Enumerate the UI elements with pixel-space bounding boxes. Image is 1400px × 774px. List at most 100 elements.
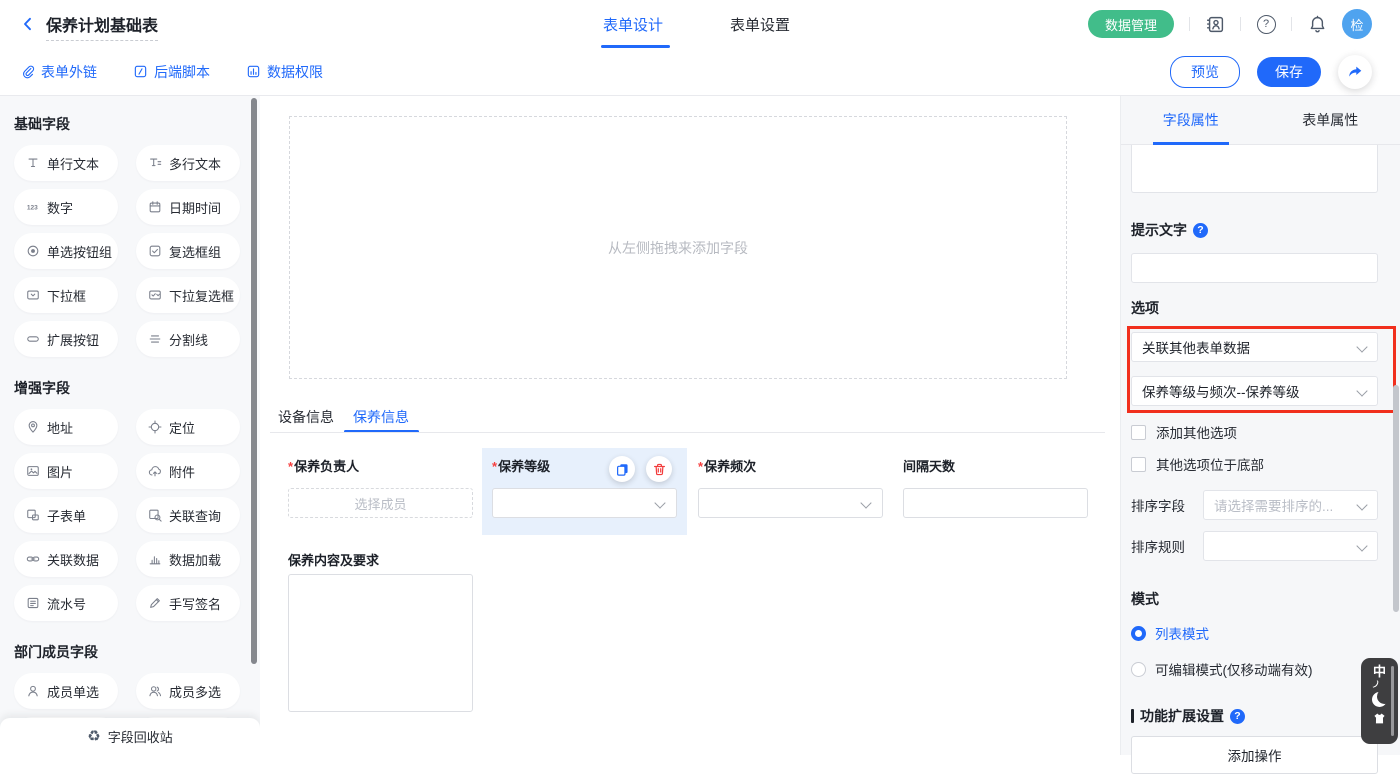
field-library-sidebar: 基础字段单行文本多行文本 123数字日期时间单选按钮组复选框组下拉框下拉复选框扩展… — [0, 96, 260, 755]
checkbox-other-option-bottom[interactable]: 其他选项位于底部 — [1131, 454, 1378, 474]
maintenance-content-textarea[interactable] — [288, 574, 473, 712]
field-label-owner: *保养负责人 — [288, 456, 359, 475]
sidebar-item-number[interactable]: 123数字 — [14, 189, 118, 225]
sort-field-row: 排序字段 请选择需要排序的... — [1131, 490, 1378, 520]
tab-form-design[interactable]: 表单设计 — [603, 14, 663, 35]
sidebar-sections: 基础字段单行文本多行文本 123数字日期时间单选按钮组复选框组下拉框下拉复选框扩展… — [0, 96, 260, 753]
checkbox-icon — [1131, 425, 1146, 440]
sidebar-item-extend-button[interactable]: 扩展按钮 — [14, 321, 118, 357]
multi-select-icon — [148, 288, 162, 302]
checkbox-group-icon — [148, 244, 162, 258]
language-toggle-icon[interactable]: 中 — [1373, 665, 1386, 678]
panel-scrollbar[interactable] — [1393, 385, 1399, 612]
radio-list-mode[interactable]: 列表模式 — [1131, 623, 1378, 643]
data-permission-icon — [246, 64, 261, 79]
data-permission-link[interactable]: 数据权限 — [246, 62, 323, 82]
maintenance-level-select[interactable] — [492, 488, 677, 518]
sidebar-item-location[interactable]: 定位 — [136, 409, 240, 445]
theme-shirt-icon[interactable] — [1372, 711, 1387, 726]
external-link-icon — [20, 64, 35, 79]
dark-mode-moon-icon[interactable] — [1372, 692, 1387, 707]
sidebar-item-data-load[interactable]: 数据加载 — [136, 541, 240, 577]
annotation-red-box: 关联其他表单数据 保养等级与频次--保养等级 — [1127, 326, 1396, 413]
sort-rule-select[interactable] — [1203, 531, 1378, 561]
sidebar-item-multi-line-text[interactable]: 多行文本 — [136, 145, 240, 181]
number-icon: 123 — [26, 200, 40, 214]
tab-field-properties[interactable]: 字段属性 — [1121, 96, 1261, 144]
sidebar-item-select[interactable]: 下拉框 — [14, 277, 118, 313]
sidebar-item-divider[interactable]: 分割线 — [136, 321, 240, 357]
tab-form-properties[interactable]: 表单属性 — [1261, 96, 1400, 144]
sidebar-scrollbar[interactable] — [251, 98, 257, 664]
sidebar-item-multi-select[interactable]: 下拉复选框 — [136, 277, 240, 313]
avatar[interactable]: 检 — [1342, 9, 1372, 39]
options-label: 选项 — [1131, 298, 1378, 318]
sidebar-item-checkbox-group[interactable]: 复选框组 — [136, 233, 240, 269]
radio-editable-mode[interactable]: 可编辑模式(仅移动端有效) — [1131, 659, 1378, 679]
sidebar-section-title: 增强字段 — [14, 378, 260, 398]
share-button[interactable] — [1338, 55, 1372, 89]
preview-button[interactable]: 预览 — [1170, 56, 1240, 88]
form-tab-divider — [270, 432, 1105, 433]
share-arrow-icon — [1347, 64, 1363, 80]
sidebar-item-lookup[interactable]: 关联查询 — [136, 497, 240, 533]
option-source-select[interactable]: 关联其他表单数据 — [1131, 332, 1378, 362]
backend-script-link[interactable]: 后端脚本 — [133, 62, 210, 82]
maintenance-frequency-select[interactable] — [698, 488, 883, 518]
sidebar-item-linked-data[interactable]: 关联数据 — [14, 541, 118, 577]
panel-tabs: 字段属性 表单属性 — [1121, 96, 1400, 145]
image-icon — [26, 464, 40, 478]
data-manage-button[interactable]: 数据管理 — [1088, 10, 1174, 38]
sidebar-item-radio-group[interactable]: 单选按钮组 — [14, 233, 118, 269]
sidebar-item-member-single[interactable]: 成员单选 — [14, 673, 118, 709]
option-field-select[interactable]: 保养等级与频次--保养等级 — [1131, 376, 1378, 406]
help-question-icon[interactable] — [1230, 709, 1245, 724]
form-design-canvas: 从左侧拖拽来添加字段 设备信息 保养信息 *保养负责人 *保养等级 *保养频次 … — [260, 96, 1120, 755]
select-icon — [26, 288, 40, 302]
hint-text-input[interactable] — [1131, 253, 1378, 283]
attachment-icon — [148, 464, 162, 478]
header-actions: 数据管理 检 — [1088, 0, 1372, 48]
toolbar-actions: 预览 保存 — [1170, 48, 1372, 95]
sidebar-item-subform[interactable]: 子表单 — [14, 497, 118, 533]
widget-scrollbar — [1391, 666, 1394, 736]
app-header: 保养计划基础表 表单设计 表单设置 数据管理 检 — [0, 0, 1400, 49]
help-question-icon[interactable] — [1193, 223, 1208, 238]
sidebar-item-address[interactable]: 地址 — [14, 409, 118, 445]
interval-days-input[interactable] — [903, 488, 1088, 518]
form-external-link[interactable]: 表单外链 — [20, 62, 97, 82]
member-picker-input[interactable]: 选择成员 — [288, 488, 473, 518]
sidebar-pill-grid: 单行文本多行文本 123数字日期时间单选按钮组复选框组下拉框下拉复选框扩展按钮分割… — [14, 145, 260, 357]
sort-rule-label: 排序规则 — [1131, 536, 1203, 556]
address-book-icon[interactable] — [1205, 14, 1225, 34]
tab-form-settings[interactable]: 表单设置 — [730, 14, 790, 35]
sidebar-item-attachment[interactable]: 附件 — [136, 453, 240, 489]
divider — [1240, 17, 1241, 31]
sidebar-section-title: 基础字段 — [14, 114, 260, 134]
help-icon[interactable] — [1256, 14, 1276, 34]
sort-field-select[interactable]: 请选择需要排序的... — [1203, 490, 1378, 520]
page-title[interactable]: 保养计划基础表 — [46, 12, 158, 41]
sidebar-item-single-line-text[interactable]: 单行文本 — [14, 145, 118, 181]
backend-script-icon — [133, 64, 148, 79]
sidebar-item-signature[interactable]: 手写签名 — [136, 585, 240, 621]
add-action-button[interactable]: 添加操作 — [1131, 736, 1378, 774]
form-tab-maintenance-info[interactable]: 保养信息 — [353, 407, 409, 427]
back-icon[interactable] — [18, 14, 38, 34]
sidebar-item-datetime[interactable]: 日期时间 — [136, 189, 240, 225]
field-label-content: 保养内容及要求 — [288, 550, 379, 569]
checkbox-add-other-option[interactable]: 添加其他选项 — [1131, 422, 1378, 442]
properties-panel: 字段属性 表单属性 提示文字 选项 关联其他表单数据 保养等级与频次--保养等级… — [1120, 96, 1400, 755]
form-tab-device-info[interactable]: 设备信息 — [278, 407, 334, 427]
notification-bell-icon[interactable] — [1307, 14, 1327, 34]
field-title-input-partial[interactable] — [1131, 145, 1378, 193]
sidebar-item-image[interactable]: 图片 — [14, 453, 118, 489]
delete-field-button[interactable] — [646, 456, 672, 482]
sidebar-item-member-multi[interactable]: 成员多选 — [136, 673, 240, 709]
copy-field-button[interactable] — [609, 456, 635, 482]
swoosh-mark — [1371, 680, 1379, 688]
toolbar-links: 表单外链 后端脚本 数据权限 — [20, 48, 323, 95]
sidebar-item-serial-number[interactable]: 流水号 — [14, 585, 118, 621]
field-recycle-bin[interactable]: ♻ 字段回收站 — [0, 718, 260, 755]
save-button[interactable]: 保存 — [1257, 57, 1321, 87]
